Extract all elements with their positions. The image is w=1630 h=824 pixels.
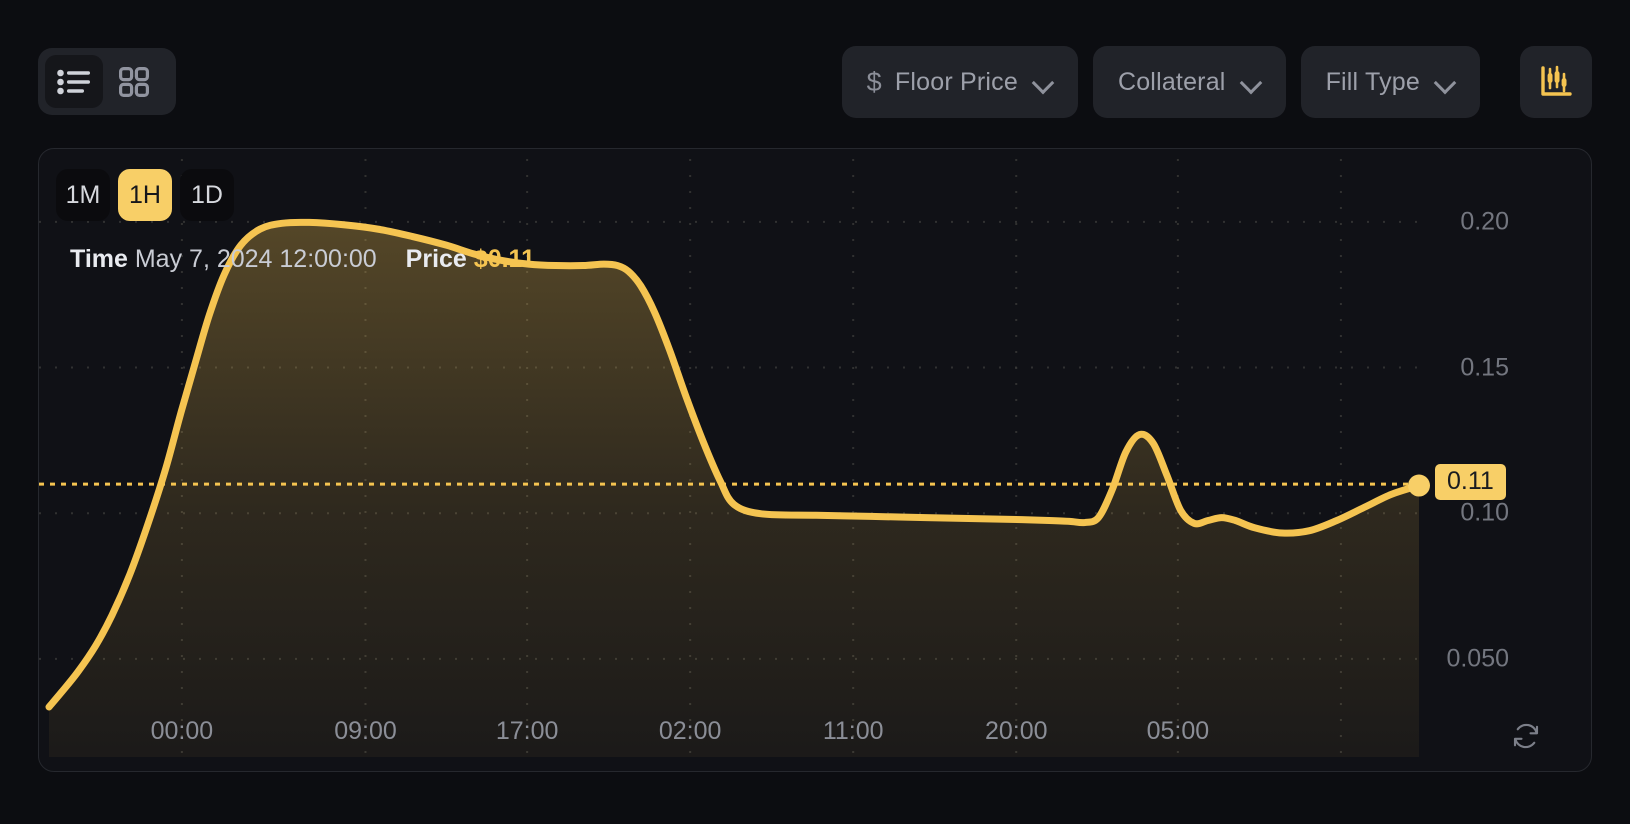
candlestick-chart-button[interactable] <box>1520 46 1592 118</box>
chevron-down-icon <box>1033 72 1053 92</box>
filter-collateral-label: Collateral <box>1117 67 1226 96</box>
chevron-down-icon <box>1241 72 1261 92</box>
price-area-chart <box>39 159 1431 758</box>
chart-area-fill <box>49 222 1419 758</box>
x-axis-tick-5: 20:00 <box>984 717 1048 745</box>
candlestick-chart-icon <box>1541 65 1572 96</box>
grid-icon <box>119 66 149 97</box>
filter-chips: $ Floor Price Collateral Fill Type <box>841 46 1480 118</box>
filter-floor-price[interactable]: $ Floor Price <box>841 46 1078 118</box>
readout-time-value: May 7, 2024 12:00:00 <box>134 245 377 273</box>
view-mode-toggle[interactable] <box>38 48 176 115</box>
time-range-group: 1M 1H 1D <box>56 169 234 221</box>
chart-panel: 1M 1H 1D Time May 7, 2024 12:00:00 Price… <box>38 148 1592 772</box>
range-button-1h[interactable]: 1H <box>118 169 172 221</box>
range-button-1d[interactable]: 1D <box>180 169 234 221</box>
y-axis-tick-1: 0.15 <box>1460 353 1509 382</box>
x-axis-tick-3: 02:00 <box>658 717 722 745</box>
chevron-down-icon <box>1435 72 1455 92</box>
current-price-badge: 0.11 <box>1435 464 1506 501</box>
filter-collateral[interactable]: Collateral <box>1092 46 1286 118</box>
filter-fill-type-label: Fill Type <box>1325 67 1420 96</box>
range-button-1m[interactable]: 1M <box>56 169 110 221</box>
chart-endpoint-dot <box>1408 474 1430 497</box>
refresh-icon <box>1513 723 1539 749</box>
list-view-button[interactable] <box>45 55 103 108</box>
readout-price-value: $0.11 <box>473 245 535 273</box>
readout-price-key: Price <box>405 245 467 273</box>
dollar-icon: $ <box>866 66 882 97</box>
y-axis-labels: 0.20 0.15 0.10 0.050 <box>1446 149 1569 771</box>
y-axis-tick-0: 0.20 <box>1460 207 1509 236</box>
y-axis-tick-2: 0.10 <box>1460 498 1509 527</box>
filter-fill-type[interactable]: Fill Type <box>1300 46 1480 118</box>
x-axis-tick-1: 09:00 <box>334 717 397 745</box>
grid-view-button[interactable] <box>105 55 163 108</box>
price-chart-screen: $ Floor Price Collateral Fill Type 1M 1H… <box>0 0 1630 824</box>
filter-floor-price-label: Floor Price <box>894 67 1018 96</box>
x-axis-labels: 00:00 09:00 17:00 02:00 11:00 20:00 05:00 <box>39 717 1591 753</box>
y-axis-tick-3: 0.050 <box>1446 644 1509 673</box>
x-axis-tick-6: 05:00 <box>1146 717 1210 745</box>
refresh-button[interactable] <box>1509 719 1543 753</box>
readout-time-key: Time <box>70 245 128 273</box>
list-icon <box>57 69 90 94</box>
x-axis-tick-0: 00:00 <box>150 717 214 745</box>
x-axis-tick-4: 11:00 <box>822 717 884 745</box>
chart-plot-area[interactable] <box>39 149 1591 771</box>
x-axis-tick-2: 17:00 <box>495 717 559 745</box>
top-toolbar: $ Floor Price Collateral Fill Type <box>0 0 1630 140</box>
chart-readout: Time May 7, 2024 12:00:00 Price $0.11 <box>70 245 535 274</box>
